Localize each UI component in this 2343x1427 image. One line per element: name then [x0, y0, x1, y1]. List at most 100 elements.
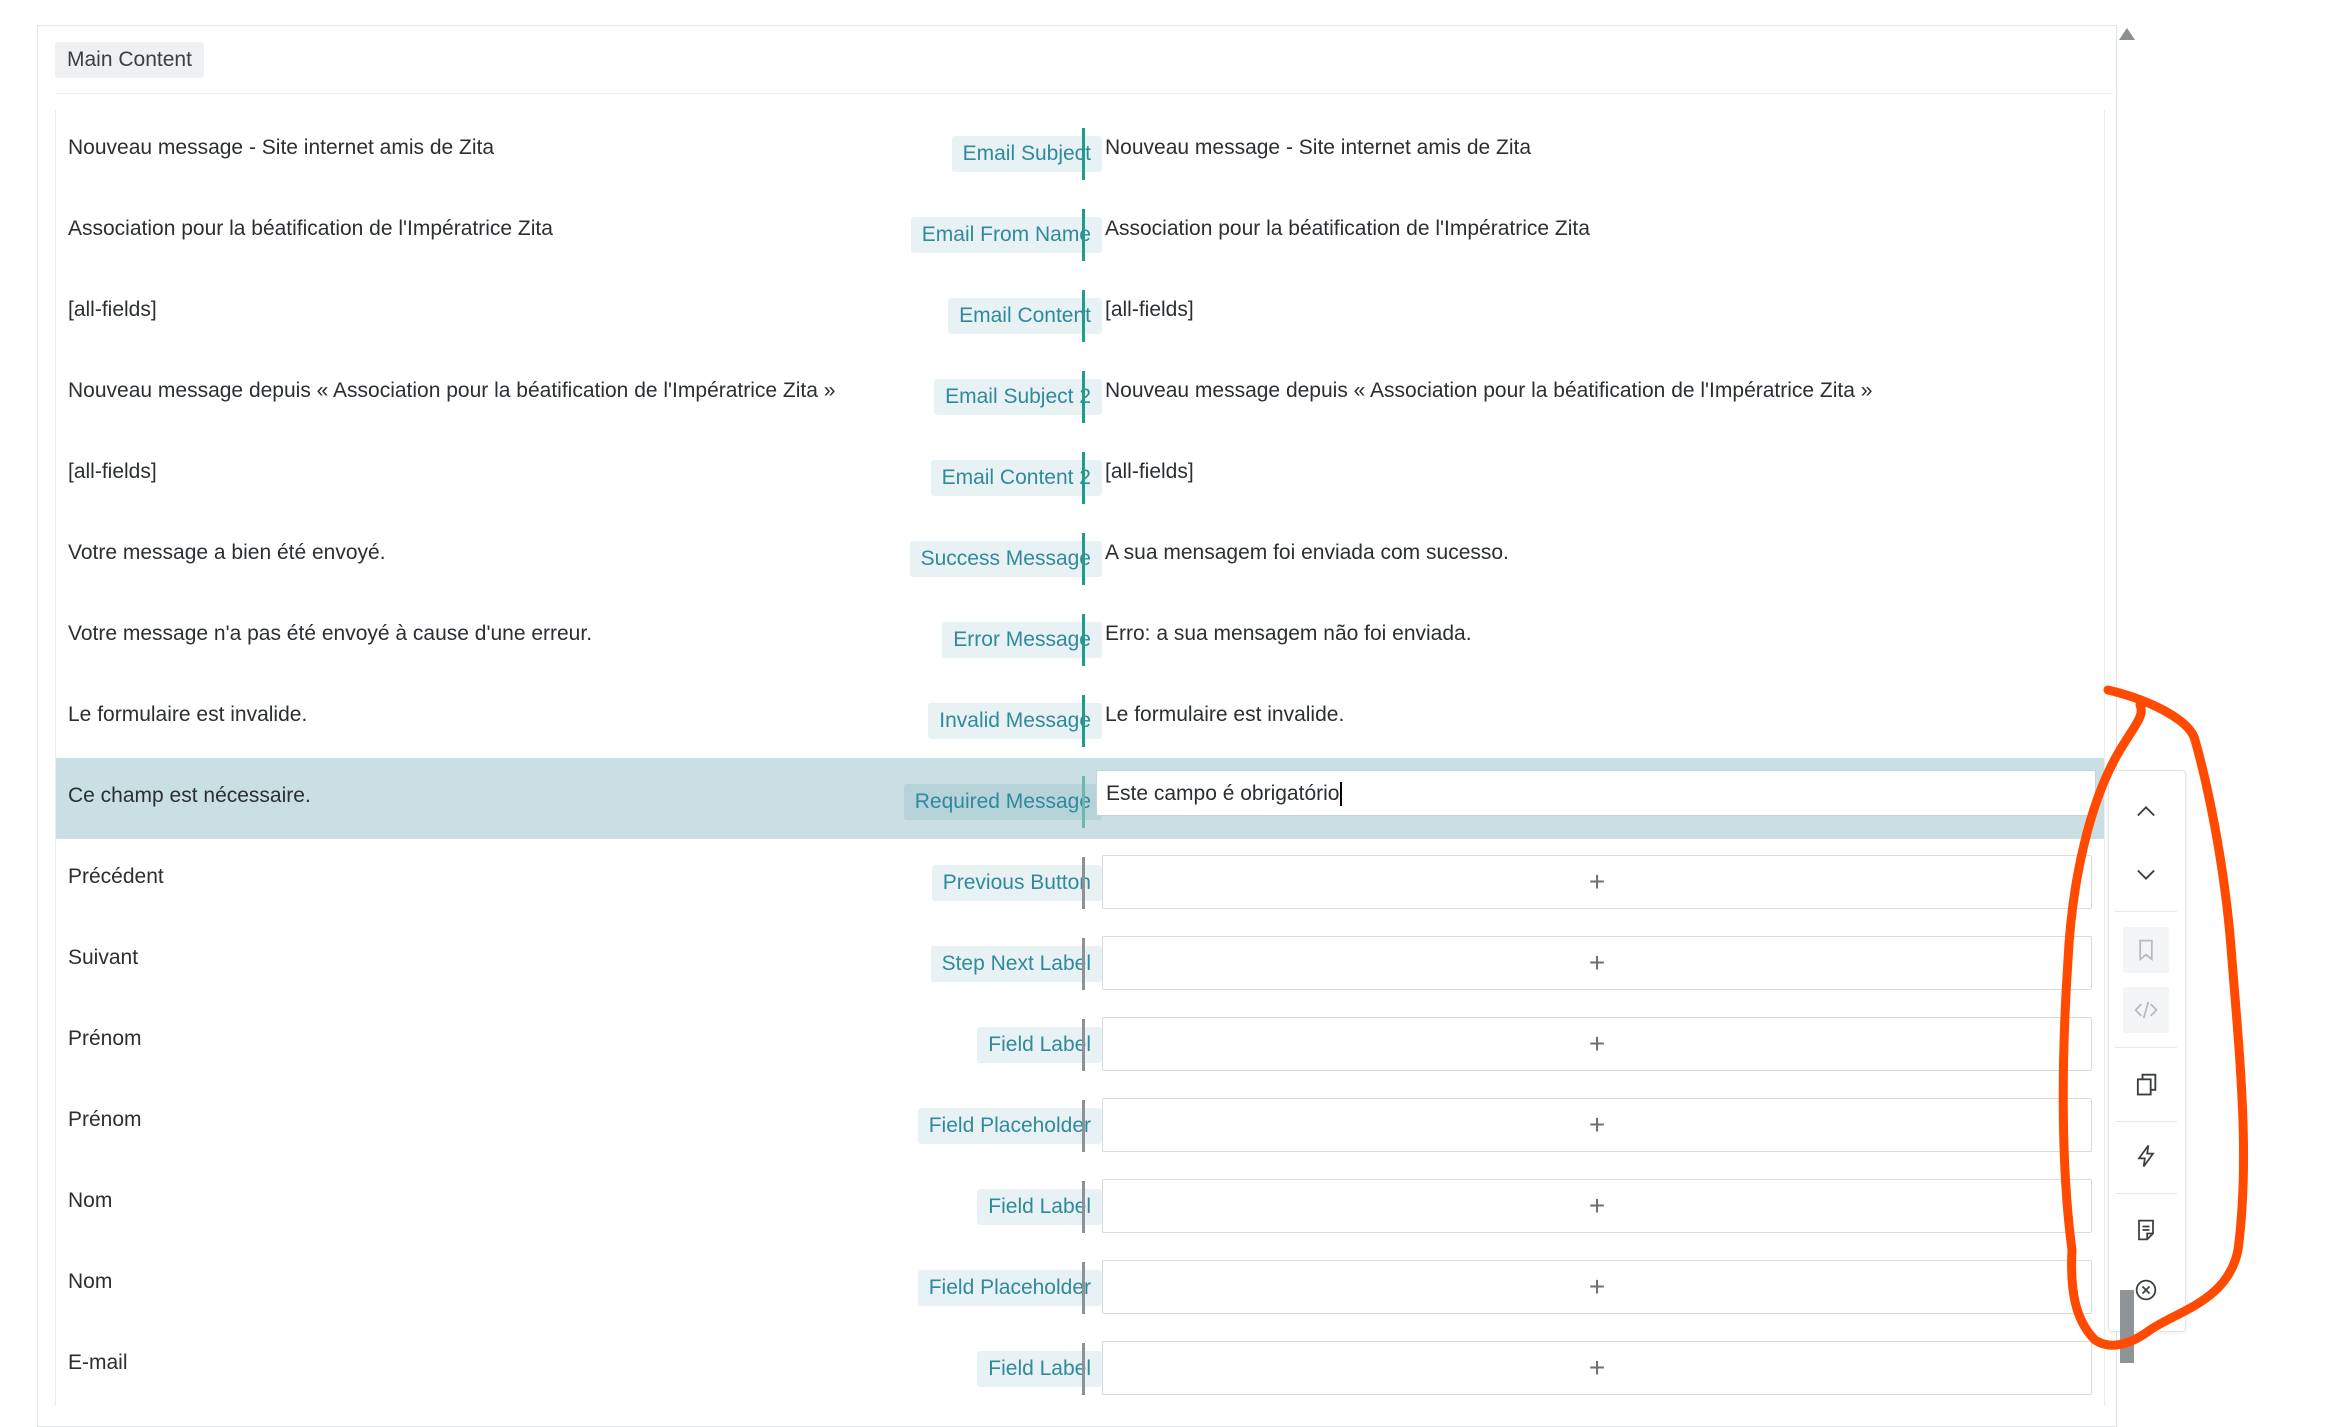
translation-row[interactable]: Prénom Field Label +	[56, 1001, 2104, 1082]
row-divider	[1082, 776, 1085, 828]
source-text: Nouveau message - Site internet amis de …	[68, 136, 495, 159]
source-text: E-mail	[68, 1351, 128, 1374]
row-divider	[1082, 1343, 1085, 1395]
code-icon[interactable]	[2123, 987, 2169, 1033]
source-text: [all-fields]	[68, 298, 157, 321]
target-text[interactable]: Association pour la béatification de l'I…	[1105, 217, 1590, 241]
toolbar-divider	[2115, 1193, 2177, 1194]
target-text[interactable]: [all-fields]	[1105, 460, 1194, 484]
translation-input-value: Este campo é obrigatório	[1106, 782, 1340, 805]
field-type-tag: Email Content	[948, 298, 1102, 334]
field-type-tag: Error Message	[942, 622, 1102, 658]
scroll-up-arrow[interactable]	[2119, 28, 2135, 40]
row-divider	[1082, 1019, 1085, 1071]
row-divider	[1082, 371, 1085, 423]
text-caret	[1340, 782, 1343, 807]
translation-row[interactable]: E-mail Field Label +	[56, 1325, 2104, 1406]
field-type-tag: Email From Name	[910, 217, 1102, 253]
add-translation-button[interactable]: +	[1102, 1179, 2092, 1233]
field-type-tag: Field Placeholder	[917, 1270, 1102, 1306]
field-type-tag: Success Message	[909, 541, 1102, 577]
translation-rows: Nouveau message - Site internet amis de …	[55, 110, 2105, 1406]
bookmark-icon[interactable]	[2123, 927, 2169, 973]
chevron-up-icon[interactable]	[2123, 789, 2169, 835]
translation-row[interactable]: Prénom Field Placeholder +	[56, 1082, 2104, 1163]
add-translation-button[interactable]: +	[1102, 855, 2092, 909]
field-type-tag: Email Subject 2	[934, 379, 1102, 415]
translation-row[interactable]: Nouveau message - Site internet amis de …	[56, 110, 2104, 191]
row-divider	[1082, 695, 1085, 747]
toolbar-divider	[2115, 911, 2177, 912]
source-text: Nom	[68, 1189, 113, 1212]
translation-row[interactable]: Association pour la béatification de l'I…	[56, 191, 2104, 272]
field-type-tag: Previous Button	[931, 865, 1102, 901]
lightning-icon[interactable]	[2123, 1133, 2169, 1179]
field-type-tag: Email Subject	[951, 136, 1102, 172]
row-action-toolbar	[2108, 770, 2186, 1332]
target-text[interactable]: Le formulaire est invalide.	[1105, 703, 1344, 727]
target-text[interactable]: [all-fields]	[1105, 298, 1194, 322]
source-text: Votre message n'a pas été envoyé à cause…	[68, 622, 593, 645]
add-translation-button[interactable]: +	[1102, 1098, 2092, 1152]
add-translation-button[interactable]: +	[1102, 1260, 2092, 1314]
source-text: Nom	[68, 1270, 113, 1293]
source-text: Prénom	[68, 1108, 142, 1131]
source-text: Ce champ est nécessaire.	[68, 784, 311, 807]
source-text: Votre message a bien été envoyé.	[68, 541, 386, 564]
source-text: Prénom	[68, 1027, 142, 1050]
field-type-tag: Required Message	[903, 784, 1102, 820]
row-divider	[1082, 533, 1085, 585]
target-text[interactable]: Nouveau message depuis « Association pou…	[1105, 379, 1872, 403]
row-divider	[1082, 209, 1085, 261]
row-divider	[1082, 1181, 1085, 1233]
toolbar-divider	[2115, 1121, 2177, 1122]
translation-row[interactable]: Nouveau message depuis « Association pou…	[56, 353, 2104, 434]
row-divider	[1082, 452, 1085, 504]
source-text: Nouveau message depuis « Association pou…	[68, 379, 836, 402]
row-divider	[1082, 128, 1085, 180]
row-divider	[1082, 290, 1085, 342]
target-text[interactable]: A sua mensagem foi enviada com sucesso.	[1105, 541, 1509, 565]
copy-icon[interactable]	[2123, 1061, 2169, 1107]
field-type-tag: Invalid Message	[928, 703, 1102, 739]
header-divider	[55, 93, 2113, 94]
translation-row[interactable]: [all-fields] Email Content [all-fields]	[56, 272, 2104, 353]
plus-icon: +	[1588, 1271, 1606, 1302]
target-text[interactable]: Nouveau message - Site internet amis de …	[1105, 136, 1531, 160]
row-divider	[1082, 857, 1085, 909]
plus-icon: +	[1588, 1352, 1606, 1383]
row-divider	[1082, 614, 1085, 666]
source-text: Association pour la béatification de l'I…	[68, 217, 553, 240]
translation-row-active[interactable]: Ce champ est nécessaire. Required Messag…	[56, 758, 2104, 839]
chevron-down-icon[interactable]	[2123, 851, 2169, 897]
source-text: [all-fields]	[68, 460, 157, 483]
row-divider	[1082, 1262, 1085, 1314]
translation-row[interactable]: [all-fields] Email Content 2 [all-fields…	[56, 434, 2104, 515]
field-type-tag: Step Next Label	[930, 946, 1102, 982]
add-translation-button[interactable]: +	[1102, 936, 2092, 990]
translation-row[interactable]: Votre message a bien été envoyé. Success…	[56, 515, 2104, 596]
scrollbar-thumb[interactable]	[2120, 1290, 2134, 1363]
add-translation-button[interactable]: +	[1102, 1341, 2092, 1395]
row-divider	[1082, 938, 1085, 990]
section-tag: Main Content	[55, 42, 204, 78]
plus-icon: +	[1588, 1109, 1606, 1140]
add-translation-button[interactable]: +	[1102, 1017, 2092, 1071]
toolbar-divider	[2115, 1047, 2177, 1048]
notes-icon[interactable]	[2123, 1207, 2169, 1253]
translation-row[interactable]: Le formulaire est invalide. Invalid Mess…	[56, 677, 2104, 758]
translation-row[interactable]: Votre message n'a pas été envoyé à cause…	[56, 596, 2104, 677]
translation-row[interactable]: Nom Field Label +	[56, 1163, 2104, 1244]
plus-icon: +	[1588, 1190, 1606, 1221]
translation-row[interactable]: Nom Field Placeholder +	[56, 1244, 2104, 1325]
translation-input[interactable]: Este campo é obrigatório	[1096, 770, 2096, 816]
translation-row[interactable]: Précédent Previous Button +	[56, 839, 2104, 920]
target-text[interactable]: Erro: a sua mensagem não foi enviada.	[1105, 622, 1472, 646]
source-text: Suivant	[68, 946, 139, 969]
plus-icon: +	[1588, 866, 1606, 897]
source-text: Le formulaire est invalide.	[68, 703, 308, 726]
field-type-tag: Email Content 2	[930, 460, 1102, 496]
field-type-tag: Field Placeholder	[917, 1108, 1102, 1144]
source-text: Précédent	[68, 865, 164, 888]
translation-row[interactable]: Suivant Step Next Label +	[56, 920, 2104, 1001]
